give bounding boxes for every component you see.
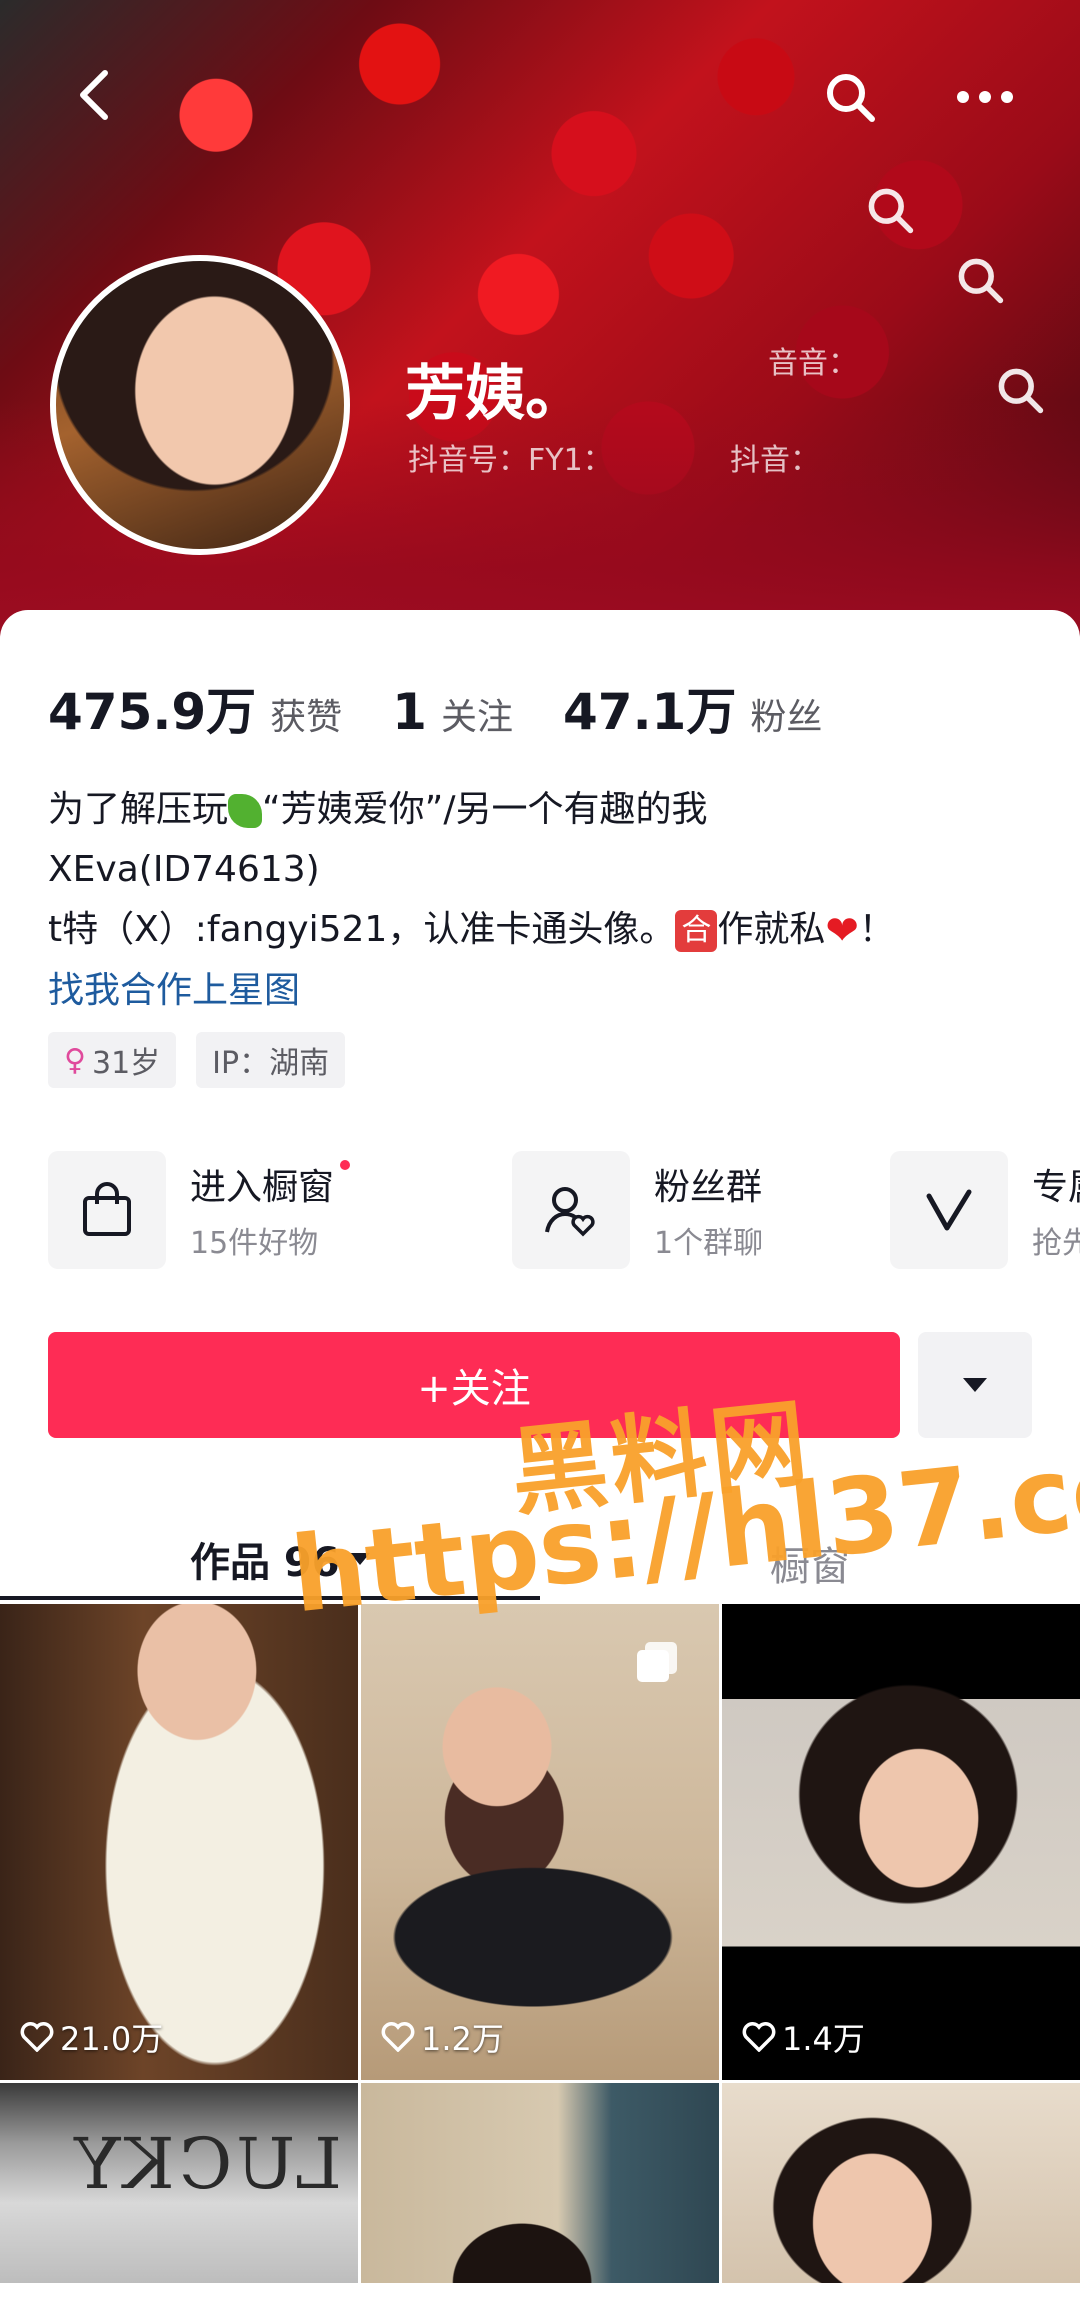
video-thumbnail[interactable]: 1.4万 — [722, 1604, 1080, 2080]
bio: 为了解压玩 “芳姨爱你”/另一个有趣的我 XEva(ID74613) t特（X）:… — [48, 780, 1048, 1021]
video-thumbnail[interactable] — [722, 2083, 1080, 2283]
ip-tag: IP：湖南 — [196, 1032, 346, 1088]
bio-line-2: XEva(ID74613) — [48, 849, 320, 890]
shortcut-subtitle: 1个群聊 — [654, 1226, 764, 1261]
age-text: 31岁 — [91, 1046, 161, 1081]
yinyin-label: 音音： — [768, 346, 858, 381]
shopping-bag-icon — [48, 1151, 166, 1269]
fan-group-icon — [512, 1151, 630, 1269]
notification-dot — [340, 1160, 351, 1170]
video-likes: 1.4万 — [742, 2014, 865, 2060]
search-icon-ghost-3 — [985, 355, 1055, 425]
followers-count[interactable]: 47.1万 — [563, 672, 736, 744]
video-thumbnail[interactable]: 21.0万 — [0, 1604, 358, 2080]
heart-outline-icon — [742, 2022, 776, 2052]
recommend-dropdown-button[interactable] — [918, 1332, 1032, 1438]
video-likes: 21.0万 — [20, 2014, 163, 2060]
shortcut-title: 专属 — [1032, 1167, 1080, 1208]
star-map-link[interactable]: 找我合作上星图 — [48, 961, 1048, 1021]
bio-text: ！ — [858, 909, 895, 950]
search-icon — [868, 188, 914, 234]
video-grid: 21.0万 1.2万 1.4万 LUCKY — [0, 1604, 1080, 2283]
bio-text: 为了解压玩 — [48, 789, 229, 830]
profile-name: 芳姨。 — [405, 359, 585, 429]
bio-line-3: t特（X）:fangyi521，认准卡通头像。合作就私❤！ — [48, 900, 1048, 961]
chevron-left-icon — [80, 70, 108, 120]
avatar[interactable] — [50, 255, 350, 555]
followers-label[interactable]: 粉丝 — [750, 688, 822, 740]
v-badge-icon — [890, 1151, 1008, 1269]
profile-tags: ♀ 31岁 IP：湖南 — [48, 1032, 346, 1088]
shortcut-title: 进入橱窗 — [190, 1158, 351, 1210]
video-thumbnail[interactable] — [361, 2083, 719, 2283]
more-dots-icon — [957, 91, 1013, 103]
search-icon — [998, 368, 1044, 414]
bio-text: “芳姨爱你”/另一个有趣的我 — [262, 789, 708, 830]
bio-text: 作就私 — [717, 909, 826, 950]
shortcut-title: 粉丝群 — [654, 1167, 763, 1208]
video-thumbnail[interactable]: 1.2万 — [361, 1604, 719, 2080]
following-label[interactable]: 关注 — [441, 688, 513, 740]
likes-label: 获赞 — [270, 697, 343, 738]
shop-window-shortcut[interactable]: 进入橱窗 15件好物 — [48, 1150, 351, 1270]
bio-line-1: 为了解压玩 “芳姨爱你”/另一个有趣的我 — [48, 780, 1048, 840]
exclusive-shortcut[interactable]: 专属 抢先 — [890, 1150, 1080, 1270]
shortcut-subtitle: 15件好物 — [190, 1226, 319, 1261]
fan-group-shortcut[interactable]: 粉丝群 1个群聊 — [512, 1150, 763, 1270]
video-thumbnail[interactable]: LUCKY — [0, 2083, 358, 2283]
ip-text: IP：湖南 — [212, 1046, 330, 1081]
bio-text: t特（X）:fangyi521，认准卡通头像。 — [48, 909, 676, 950]
lucky-sign: LUCKY — [70, 2123, 342, 2205]
female-icon: ♀ — [64, 1042, 86, 1078]
back-button[interactable] — [60, 60, 130, 130]
search-icon-ghost-2 — [945, 245, 1015, 315]
video-likes: 1.2万 — [381, 2014, 504, 2060]
search-icon — [958, 258, 1004, 304]
search-button[interactable] — [815, 62, 885, 132]
search-icon-ghost-1 — [855, 175, 925, 245]
stats-row: 475.9万 获赞 1 关注 47.1万 粉丝 — [48, 672, 872, 744]
douyin-id[interactable]: 抖音号：FY1： — [408, 435, 613, 479]
caret-down-icon — [963, 1378, 987, 1392]
douyin-extra: 抖音： — [730, 443, 820, 478]
heart-outline-icon — [20, 2022, 54, 2052]
leaf-emoji-icon — [228, 794, 263, 828]
shortcut-row: 进入橱窗 15件好物 粉丝群 1个群聊 专属 抢先 — [48, 1150, 1080, 1270]
age-tag: ♀ 31岁 — [48, 1032, 177, 1088]
multi-image-icon — [637, 1642, 677, 1682]
heart-emoji-icon: ❤ — [825, 908, 859, 954]
likes-count: 475.9万 — [48, 683, 257, 741]
more-button[interactable] — [950, 62, 1020, 132]
search-icon — [827, 74, 875, 122]
he-emoji-icon: 合 — [675, 910, 718, 952]
shortcut-subtitle: 抢先 — [1032, 1226, 1080, 1261]
following-count[interactable]: 1 — [392, 683, 427, 741]
heart-outline-icon — [381, 2022, 415, 2052]
